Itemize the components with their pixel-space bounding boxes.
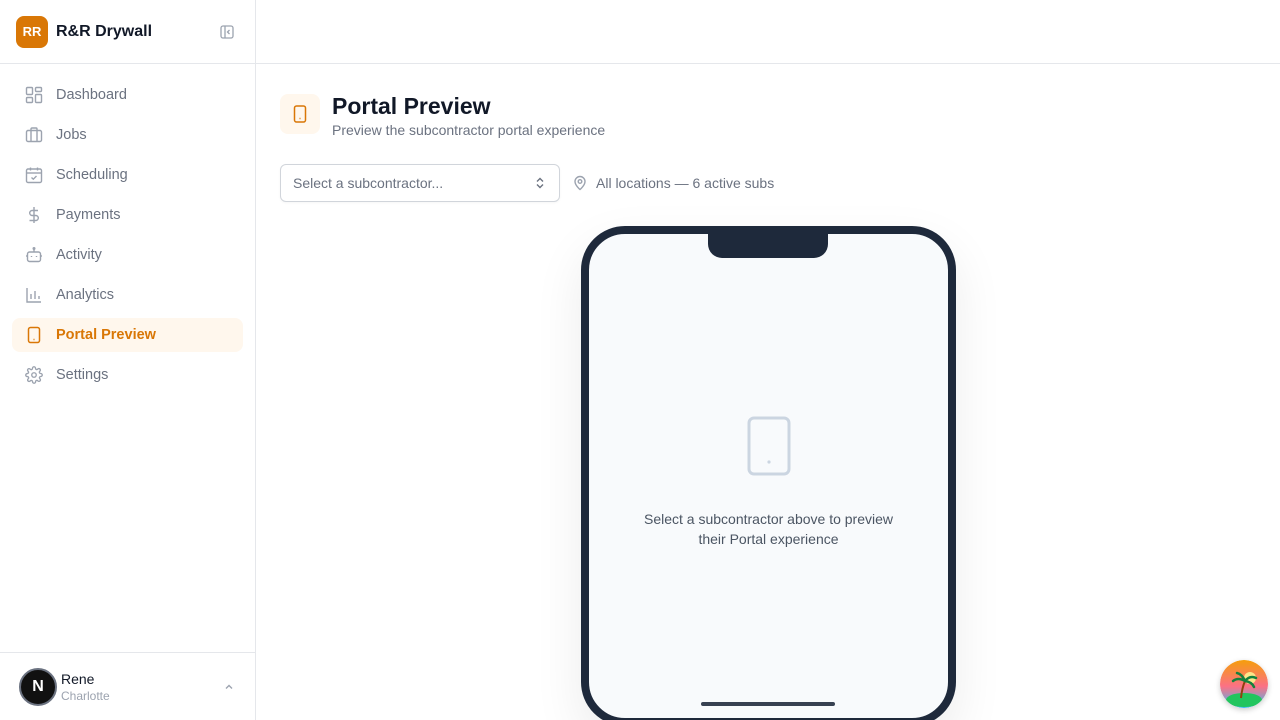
page-header: Portal Preview Preview the subcontractor… (280, 92, 605, 138)
sidebar-nav: Dashboard Jobs Scheduling Payments Activ… (0, 64, 255, 412)
location-summary-text: All locations — 6 active subs (596, 175, 775, 191)
empty-state: Select a subcontractor above to preview … (589, 416, 948, 549)
dashboard-icon (24, 85, 44, 105)
tablet-icon (746, 416, 792, 483)
user-info: Rene Charlotte (61, 671, 110, 703)
bot-icon (24, 245, 44, 265)
page-subtitle: Preview the subcontractor portal experie… (332, 122, 606, 138)
page-title: Portal Preview (332, 93, 491, 119)
sidebar-item-label: Scheduling (56, 167, 128, 183)
user-name: Rene (61, 670, 95, 687)
phone-notch (708, 234, 828, 258)
avatar: N (19, 667, 57, 706)
island-icon (1220, 660, 1268, 708)
subcontractor-select[interactable]: Select a subcontractor... (280, 164, 560, 202)
map-pin-icon (572, 175, 588, 191)
assistant-avatar-button[interactable] (1220, 660, 1268, 708)
gear-icon (24, 365, 44, 385)
phone-home-indicator (701, 702, 835, 706)
phone-preview-frame: Select a subcontractor above to preview … (581, 226, 956, 720)
dollar-icon (24, 205, 44, 225)
collapse-sidebar-button[interactable] (215, 20, 239, 44)
sidebar: RR R&R Drywall Dashboard Jobs Scheduling… (0, 0, 256, 720)
location-summary: All locations — 6 active subs (572, 175, 774, 191)
tablet-icon (280, 94, 320, 134)
sidebar-item-label: Activity (56, 247, 102, 263)
sidebar-collapse-icon (220, 24, 234, 39)
brand-header: RR R&R Drywall (0, 0, 255, 64)
chevrons-up-down-icon (533, 176, 547, 190)
preview-controls: Select a subcontractor... All locations … (280, 164, 774, 202)
top-bar (256, 0, 1280, 64)
empty-state-message: Select a subcontractor above to preview … (619, 509, 919, 549)
sidebar-item-analytics[interactable]: Analytics (12, 278, 243, 312)
sidebar-item-label: Dashboard (56, 87, 127, 103)
sidebar-item-portal-preview[interactable]: Portal Preview (12, 318, 243, 352)
tablet-icon (24, 325, 44, 345)
sidebar-item-label: Settings (56, 367, 109, 383)
user-location: Charlotte (61, 688, 110, 703)
sidebar-item-label: Jobs (56, 127, 87, 143)
bar-chart-icon (24, 285, 44, 305)
sidebar-item-activity[interactable]: Activity (12, 238, 243, 272)
empty-state-line-1: Select a subcontractor above to preview (643, 511, 894, 527)
empty-state-line-2: their Portal experience (698, 531, 839, 547)
sidebar-item-dashboard[interactable]: Dashboard (12, 78, 243, 112)
calendar-check-icon (24, 165, 44, 185)
sidebar-item-label: Payments (56, 207, 121, 223)
sidebar-item-payments[interactable]: Payments (12, 198, 243, 232)
sidebar-item-label: Portal Preview (56, 327, 156, 343)
sidebar-item-jobs[interactable]: Jobs (12, 118, 243, 152)
briefcase-icon (24, 125, 44, 145)
chevron-up-icon[interactable] (223, 681, 235, 693)
brand-logo[interactable]: RR (16, 15, 48, 48)
sidebar-item-label: Analytics (56, 287, 115, 303)
subcontractor-select-placeholder: Select a subcontractor... (293, 175, 444, 191)
sidebar-item-settings[interactable]: Settings (12, 358, 243, 392)
brand-name: R&R Drywall (56, 22, 153, 40)
sidebar-item-scheduling[interactable]: Scheduling (12, 158, 243, 192)
user-menu[interactable]: N Rene Charlotte (0, 652, 255, 720)
